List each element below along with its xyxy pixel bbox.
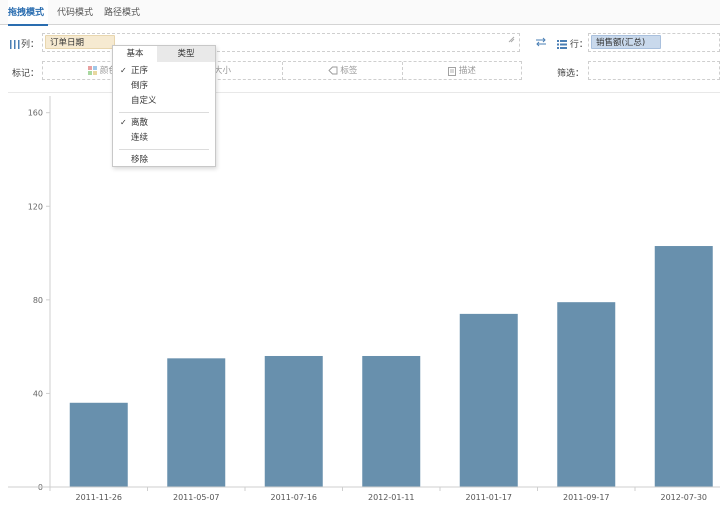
bars [69, 246, 713, 487]
bar-chart: 04080120160 2011-11-262011-05-072011-07-… [8, 92, 720, 502]
palette-icon [88, 66, 98, 75]
check-icon: ✓ [120, 118, 127, 127]
marks-label-label: 标签 [340, 66, 358, 76]
tag-icon [328, 66, 338, 75]
x-tick-label: 2011-07-16 [271, 493, 318, 502]
menu-item-remove-label: 移除 [131, 155, 149, 165]
menu-item-continuous[interactable]: 连续 [113, 131, 215, 145]
menu-item-descending[interactable]: 倒序 [113, 79, 215, 93]
x-tick-label: 2011-01-17 [466, 493, 513, 502]
bar-2011-11-26[interactable] [69, 402, 128, 487]
y-tick-label: 40 [33, 389, 43, 398]
columns-shelf-text: 列： [21, 40, 40, 50]
marks-detail-label: 描述 [458, 66, 476, 76]
x-axis: 2011-11-26 2011-05-07 2011-07-16 2012-01-11… [8, 486, 720, 502]
menu-item-custom[interactable]: 自定义 [113, 94, 215, 108]
bar-2011-09-17[interactable] [557, 302, 616, 487]
marks-size-label: 大小 [213, 66, 231, 76]
filter-shelf-dropzone[interactable] [588, 61, 720, 80]
menu-tab-type[interactable]: 类型 [157, 46, 215, 62]
x-tick-label: 2012-01-11 [368, 493, 415, 502]
y-axis: 04080120160 [28, 96, 51, 492]
bar-2011-07-16[interactable] [264, 355, 323, 487]
marks-detail[interactable]: 描述 [403, 62, 521, 80]
x-tick-label: 2011-09-17 [563, 493, 610, 502]
tab-path-mode[interactable]: 路径模式 [104, 0, 144, 25]
menu-item-remove[interactable]: 移除 [113, 153, 215, 167]
columns-field-pill[interactable]: 订单日期 [45, 35, 115, 49]
menu-item-discrete-label: 离散 [131, 118, 149, 128]
y-tick-label: 80 [33, 296, 43, 305]
menu-tabs: 基本 类型 [113, 46, 215, 62]
menu-divider [119, 149, 209, 150]
menu-item-descending-label: 倒序 [131, 81, 149, 91]
tab-drag-mode[interactable]: 拖拽模式 [8, 0, 48, 26]
marks-label[interactable]: 标签 [283, 62, 403, 80]
menu-divider [119, 112, 209, 113]
menu-item-continuous-label: 连续 [131, 133, 149, 143]
bar-2012-01-11[interactable] [362, 355, 421, 487]
filter-shelf-label: 筛选： [557, 69, 585, 79]
bar-2011-01-17[interactable] [459, 313, 518, 487]
field-options-menu: 基本 类型 ✓ 正序 倒序 自定义 ✓ 离散 连续 移除 [112, 45, 216, 167]
rows-shelf-text: 行： [569, 40, 588, 50]
x-tick-label: 2011-11-26 [76, 493, 123, 502]
marks-shelf-label: 标记： [12, 69, 40, 79]
resize-grip-icon [508, 36, 515, 43]
y-tick-label: 120 [28, 202, 43, 211]
columns-icon [10, 40, 20, 49]
bar-2012-07-30[interactable] [654, 246, 713, 487]
menu-item-custom-label: 自定义 [131, 96, 157, 106]
bar-2011-05-07[interactable] [167, 358, 226, 487]
menu-item-ascending[interactable]: ✓ 正序 [113, 64, 215, 78]
menu-item-ascending-label: 正序 [131, 66, 149, 76]
swap-icon[interactable] [535, 37, 547, 47]
clipboard-icon [448, 66, 457, 76]
y-tick-label: 160 [28, 109, 43, 118]
mode-tabbar: 拖拽模式 代码模式 路径模式 [0, 0, 720, 26]
columns-shelf-label: 列： [10, 37, 39, 50]
menu-item-discrete[interactable]: ✓ 离散 [113, 116, 215, 130]
rows-field-pill[interactable]: 销售额(汇总) [591, 35, 661, 49]
menu-tab-basic[interactable]: 基本 [113, 46, 157, 62]
check-icon: ✓ [120, 66, 127, 75]
rows-shelf-label: 行： [557, 37, 588, 50]
rows-icon [557, 40, 567, 49]
x-tick-label: 2011-05-07 [173, 493, 220, 502]
tab-code-mode[interactable]: 代码模式 [57, 0, 97, 25]
x-tick-label: 2012-07-30 [661, 493, 708, 502]
rows-shelf-dropzone[interactable]: 销售额(汇总) [588, 33, 720, 52]
